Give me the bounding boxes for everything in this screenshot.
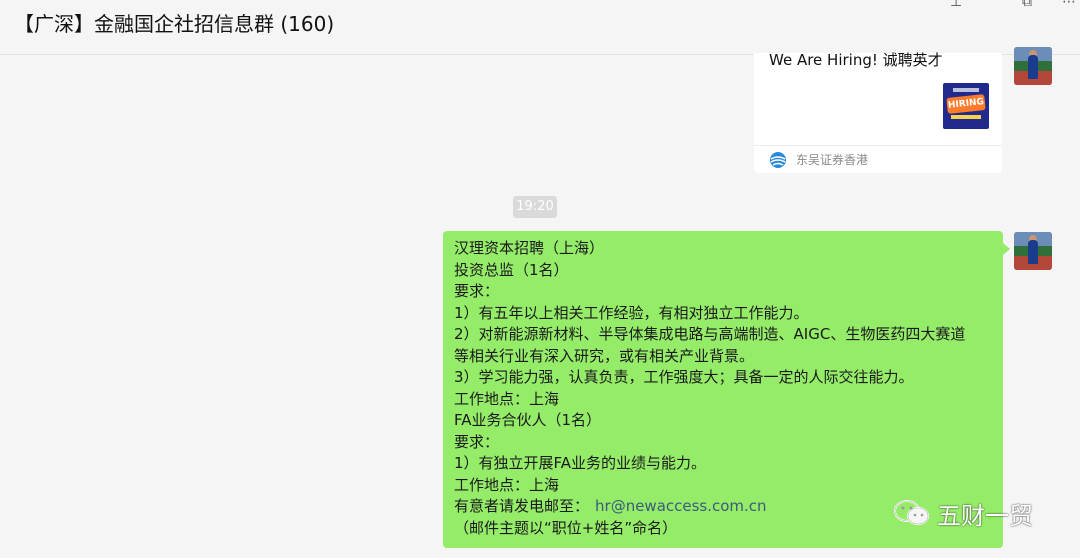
card-source-name: 东吴证券香港 <box>796 153 869 167</box>
message-line: 工作地点：上海 <box>454 389 560 408</box>
globe-icon <box>770 152 786 168</box>
watermark: 五财一贸 <box>893 497 1033 530</box>
more-icon[interactable]: ⋯ <box>1062 0 1076 10</box>
message-line: 要求： <box>454 282 500 300</box>
watermark-text: 五财一贸 <box>937 501 1033 530</box>
message-line: 2）对新能源新材料、半导体集成电路与高端制造、AIGC、生物医药四大赛道 <box>454 325 966 343</box>
card-title: We Are Hiring! 诚聘英才 <box>769 51 943 69</box>
restore-icon[interactable]: ⧉ <box>1022 0 1032 10</box>
card-divider <box>754 145 1002 146</box>
shared-article-card[interactable]: We Are Hiring! 诚聘英才 HIRING 东吴证券香港 <box>754 51 1002 173</box>
message-line: FA业务合伙人（1名） <box>454 411 602 429</box>
email-line: 有意者请发电邮至： hr@newaccess.com.cn <box>454 496 965 518</box>
wechat-icon <box>894 500 929 525</box>
email-label: 有意者请发电邮至： <box>454 497 590 515</box>
message-timestamp: 19:20 <box>513 196 557 218</box>
avatar[interactable] <box>1014 232 1052 270</box>
message-line: 工作地点：上海 <box>454 475 560 494</box>
card-thumbnail-text: HIRING <box>946 94 986 114</box>
message-line: 1）有独立开展FA业务的业绩与能力。 <box>454 454 707 472</box>
message-line: 投资总监（1名） <box>454 260 569 279</box>
card-thumbnail: HIRING <box>943 83 989 129</box>
avatar[interactable] <box>1014 47 1052 85</box>
chat-area[interactable]: We Are Hiring! 诚聘英才 HIRING 东吴证券香港 19:20 … <box>0 47 1080 558</box>
pin-icon[interactable]: ⊥ <box>950 0 962 10</box>
email-link[interactable]: hr@newaccess.com.cn <box>595 497 767 515</box>
message-line: 要求： <box>454 432 500 451</box>
message-line: 1）有五年以上相关工作经验，有相对独立工作能力。 <box>454 303 809 322</box>
message-line: 等相关行业有深入研究，或有相关产业背景。 <box>454 346 755 365</box>
chat-title: 【广深】金融国企社招信息群 (160) <box>14 12 335 36</box>
message-text: 汉理资本招聘（上海） 投资总监（1名） 要求： 1）有五年以上相关工作经验，有相… <box>454 238 965 539</box>
message-line: （邮件主题以“职位+姓名”命名） <box>454 518 678 537</box>
message-line: 汉理资本招聘（上海） <box>454 239 605 257</box>
title-bar: 【广深】金融国企社招信息群 (160) ⊥ ⧉ ⋯ <box>0 0 1080 55</box>
message-line: 3）学习能力强，认真负责，工作强度大；具备一定的人际交往能力。 <box>454 368 914 386</box>
